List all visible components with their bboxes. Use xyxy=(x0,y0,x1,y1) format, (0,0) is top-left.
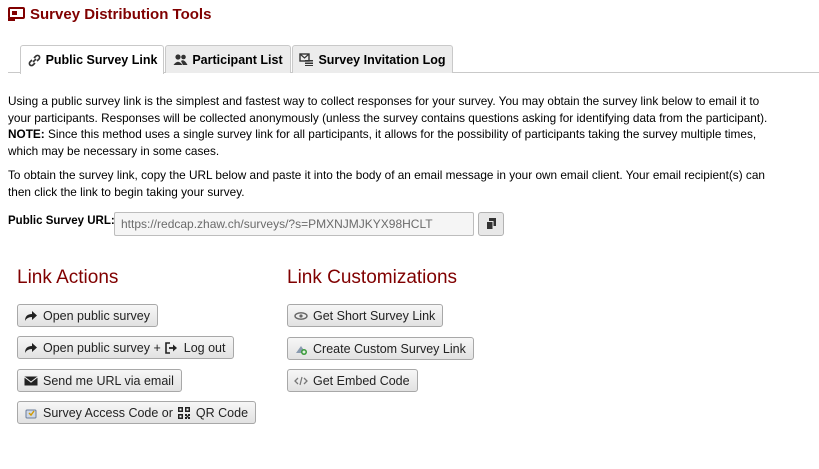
get-embed-code-button[interactable]: Get Embed Code xyxy=(287,369,418,392)
send-url-email-button[interactable]: Send me URL via email xyxy=(17,369,182,392)
open-public-survey-logout-button[interactable]: Open public survey + Log out xyxy=(17,336,234,359)
button-label: Get Embed Code xyxy=(313,373,410,388)
share-arrow-icon xyxy=(25,342,37,353)
button-label: Create Custom Survey Link xyxy=(313,341,466,356)
survey-access-code-qr-button[interactable]: Survey Access Code or QR Code xyxy=(17,401,257,424)
envelope-icon xyxy=(24,376,38,385)
button-label: Open public survey + xyxy=(43,340,161,355)
short-link-icon xyxy=(294,311,308,320)
tab-label: Public Survey Link xyxy=(45,53,158,67)
survey-distribution-icon xyxy=(8,7,25,21)
button-label: Get Short Survey Link xyxy=(313,308,436,323)
note-text: Since this method uses a single survey l… xyxy=(8,127,757,158)
link-icon xyxy=(28,54,40,66)
copy-icon xyxy=(485,218,496,230)
tab-bar: Public Survey Link Participant List Surv… xyxy=(8,45,819,74)
public-survey-url-label: Public Survey URL: xyxy=(8,215,115,227)
tab-label: Survey Invitation Log xyxy=(318,52,446,67)
page-title-text: Survey Distribution Tools xyxy=(30,6,212,23)
button-label-2: Log out xyxy=(183,340,226,355)
tab-participant-list[interactable]: Participant List xyxy=(165,45,291,73)
share-arrow-icon xyxy=(25,310,37,321)
logout-icon xyxy=(164,341,177,354)
tab-public-survey-link[interactable]: Public Survey Link xyxy=(20,45,164,74)
link-actions-heading: Link Actions xyxy=(17,267,119,288)
create-custom-survey-link-button[interactable]: Create Custom Survey Link xyxy=(287,337,474,360)
tab-survey-invitation-log[interactable]: Survey Invitation Log xyxy=(292,45,453,73)
button-label: Send me URL via email xyxy=(43,373,174,388)
intro-paragraph: Using a public survey link is the simple… xyxy=(8,93,783,159)
users-icon xyxy=(173,54,188,65)
link-customizations-heading: Link Customizations xyxy=(287,267,458,288)
page-title: Survey Distribution Tools xyxy=(8,6,211,23)
button-label: Survey Access Code or xyxy=(43,405,173,420)
instructions-paragraph: To obtain the survey link, copy the URL … xyxy=(8,168,765,199)
get-short-survey-link-button[interactable]: Get Short Survey Link xyxy=(287,304,444,327)
qr-code-icon xyxy=(177,406,190,419)
mail-list-icon xyxy=(299,53,314,66)
custom-link-icon xyxy=(296,345,307,355)
note-label: NOTE: xyxy=(8,127,45,141)
embed-code-icon xyxy=(294,376,308,385)
button-label: Open public survey xyxy=(43,308,151,323)
public-survey-url-field[interactable] xyxy=(114,212,474,236)
copy-url-button[interactable] xyxy=(478,212,504,236)
open-public-survey-button[interactable]: Open public survey xyxy=(17,304,159,327)
button-label-2: QR Code xyxy=(195,405,249,420)
access-code-icon xyxy=(25,409,37,418)
tab-label: Participant List xyxy=(192,52,283,67)
intro-text: Using a public survey link is the simple… xyxy=(8,94,768,125)
